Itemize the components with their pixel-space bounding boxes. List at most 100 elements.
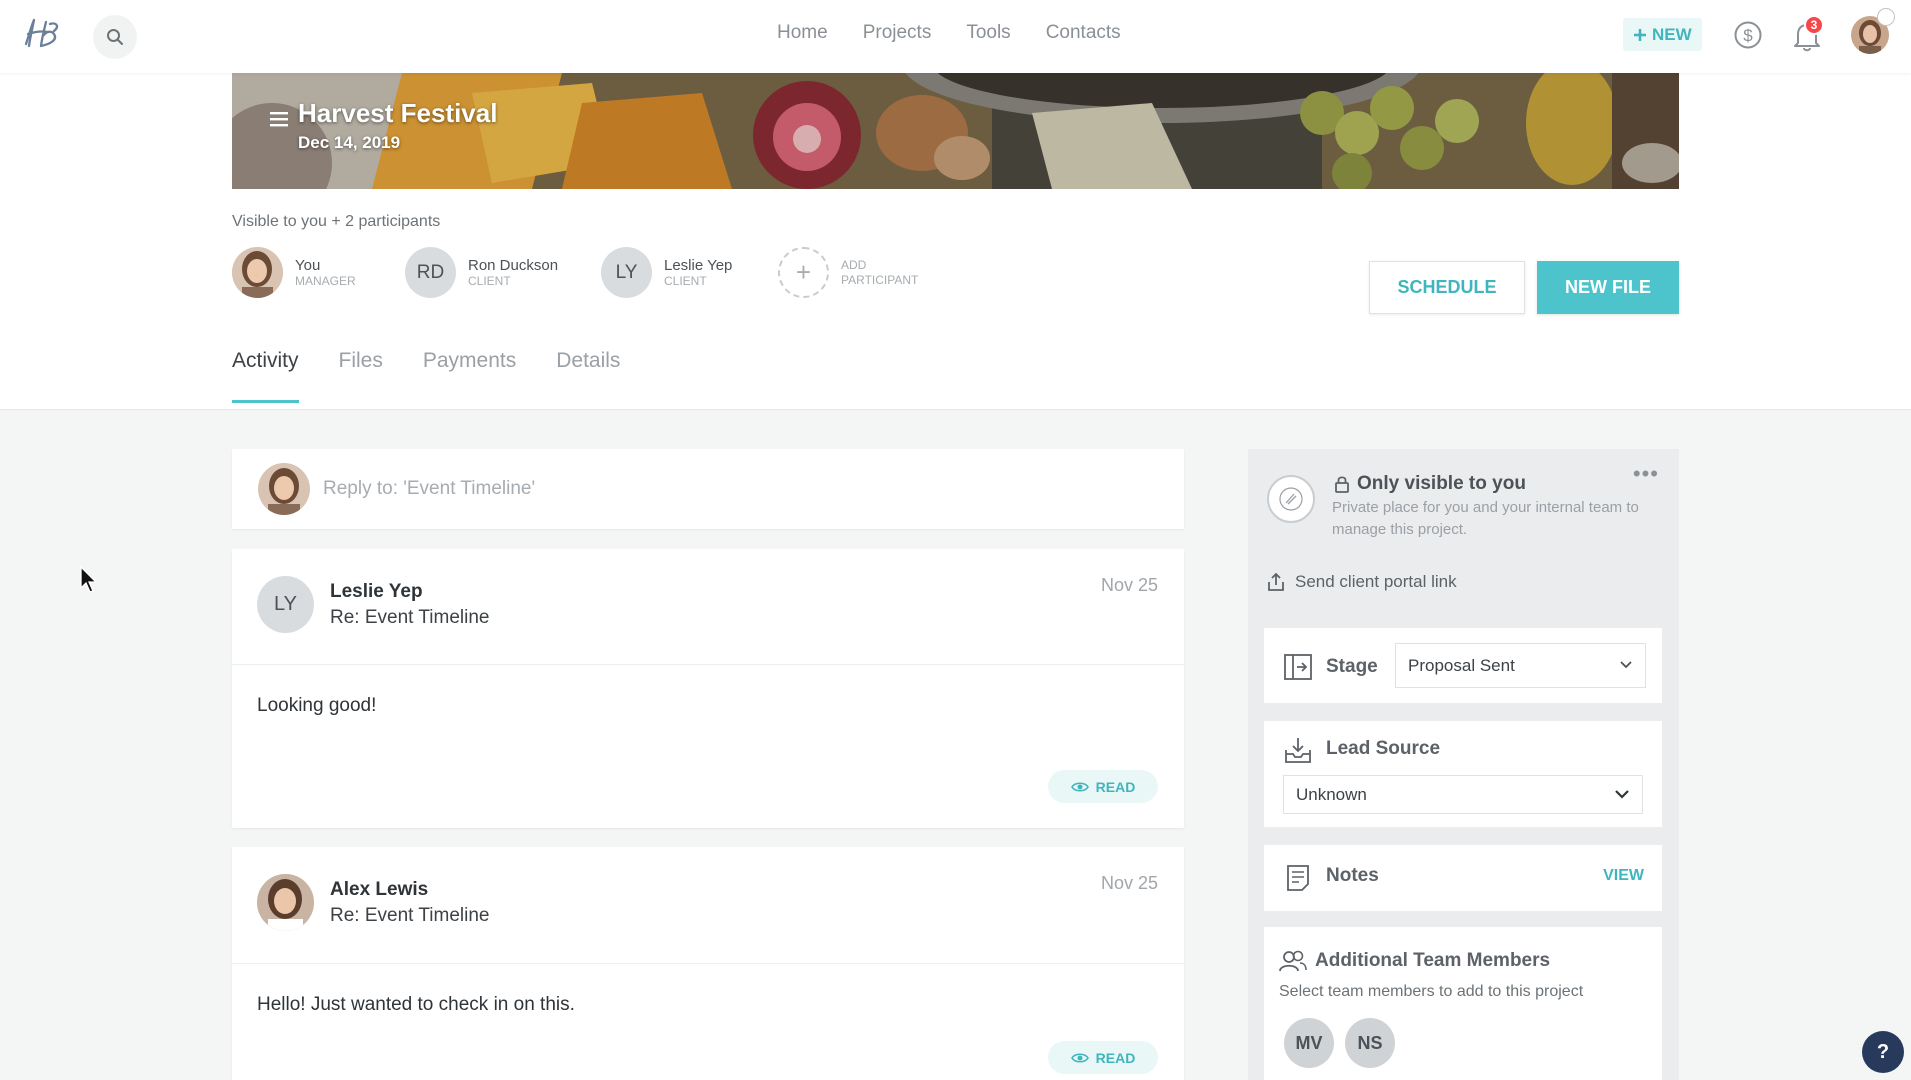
- message-text: Hello! Just wanted to check in on this.: [257, 994, 575, 1015]
- private-title: Only visible to you: [1334, 473, 1526, 495]
- message-card[interactable]: Alex Lewis Re: Event Timeline Nov 25 Hel…: [232, 847, 1184, 1080]
- team-member-avatar[interactable]: NS: [1345, 1018, 1395, 1068]
- eye-icon: [1070, 1052, 1089, 1063]
- honeybook-logo[interactable]: [20, 14, 72, 54]
- nav-home[interactable]: Home: [777, 22, 828, 44]
- search-icon: [107, 29, 123, 45]
- lock-icon: [1335, 476, 1349, 493]
- private-description: Private place for you and your internal …: [1332, 499, 1639, 538]
- corner-settings-icon[interactable]: [1877, 8, 1895, 26]
- tab-payments[interactable]: Payments: [423, 349, 516, 403]
- avatar: [258, 463, 310, 515]
- message-subject: Re: Event Timeline: [330, 607, 490, 628]
- nav-tools[interactable]: Tools: [966, 22, 1010, 44]
- send-portal-link-label: Send client portal link: [1295, 572, 1457, 591]
- team-members-card: Additional Team Members Select team memb…: [1264, 927, 1662, 1080]
- avatar: RD: [405, 247, 456, 298]
- participant-you[interactable]: You MANAGER: [232, 247, 356, 298]
- message-card[interactable]: LY Leslie Yep Re: Event Timeline Nov 25 …: [232, 549, 1184, 828]
- tab-details[interactable]: Details: [556, 349, 620, 403]
- search-button[interactable]: [93, 15, 137, 59]
- message-subject: Re: Event Timeline: [330, 905, 490, 926]
- message-text: Looking good!: [257, 695, 377, 716]
- notes-icon: [1287, 865, 1309, 891]
- eye-icon: [1070, 781, 1089, 792]
- private-title-text: Only visible to you: [1357, 473, 1526, 494]
- more-options-icon[interactable]: •••: [1633, 461, 1659, 487]
- team-title: Additional Team Members: [1315, 950, 1551, 971]
- new-file-button[interactable]: NEW FILE: [1537, 261, 1679, 314]
- main-nav: Home Projects Tools Contacts: [777, 22, 1121, 44]
- reply-input[interactable]: Reply to: 'Event Timeline': [323, 478, 535, 500]
- notifications-button[interactable]: 3: [1793, 15, 1824, 52]
- divider: [0, 409, 1911, 410]
- schedule-button[interactable]: SCHEDULE: [1369, 261, 1525, 314]
- read-status-label: READ: [1095, 778, 1136, 795]
- message-sender: Leslie Yep: [330, 581, 423, 602]
- avatar: [232, 247, 283, 298]
- lead-source-select[interactable]: Unknown: [1283, 775, 1643, 814]
- message-date: Nov 25: [1100, 575, 1158, 595]
- participant-leslie-yep[interactable]: LY Leslie Yep CLIENT: [601, 247, 732, 298]
- tab-files[interactable]: Files: [339, 349, 383, 403]
- add-participant-sublabel: PARTICIPANT: [841, 272, 919, 287]
- team-icon: [1279, 950, 1307, 972]
- notification-badge: 3: [1804, 15, 1824, 35]
- inbox-download-icon: [1285, 738, 1311, 763]
- stage-value: Proposal Sent: [1408, 655, 1515, 675]
- message-header: Alex Lewis Re: Event Timeline Nov 25: [232, 847, 1184, 964]
- chevron-down-icon: [1620, 661, 1632, 669]
- participant-name: Ron Duckson: [468, 256, 559, 274]
- send-portal-link[interactable]: Send client portal link: [1267, 572, 1457, 592]
- mouse-cursor-icon: [80, 566, 98, 593]
- lead-source-value: Unknown: [1296, 784, 1367, 804]
- message-header: LY Leslie Yep Re: Event Timeline Nov 25: [232, 549, 1184, 665]
- add-participant-button[interactable]: + ADD PARTICIPANT: [778, 247, 918, 298]
- stage-select[interactable]: Proposal Sent: [1395, 643, 1646, 688]
- participant-ron-duckson[interactable]: RD Ron Duckson CLIENT: [405, 247, 558, 298]
- avatar: LY: [257, 576, 314, 633]
- new-button[interactable]: NEW: [1623, 18, 1702, 51]
- stage-icon: [1284, 654, 1312, 680]
- lead-source-label: Lead Source: [1326, 738, 1441, 759]
- nav-projects[interactable]: Projects: [863, 22, 932, 44]
- svg-text:$: $: [1743, 26, 1753, 45]
- notes-view-button[interactable]: VIEW: [1603, 867, 1644, 885]
- dollar-icon[interactable]: $: [1733, 20, 1763, 50]
- participant-role: MANAGER: [295, 273, 356, 288]
- reply-box[interactable]: Reply to: 'Event Timeline': [232, 449, 1184, 529]
- team-subtitle: Select team members to add to this proje…: [1279, 983, 1584, 1000]
- top-navbar: Home Projects Tools Contacts NEW $ 3: [0, 0, 1911, 73]
- message-sender: Alex Lewis: [330, 879, 429, 900]
- company-logo-icon: [1267, 475, 1315, 523]
- project-tabs: Activity Files Payments Details: [232, 349, 620, 403]
- add-participant-label: ADD: [841, 257, 867, 272]
- visibility-text: Visible to you + 2 participants: [232, 213, 441, 230]
- hamburger-menu-icon[interactable]: [270, 111, 288, 127]
- project-title[interactable]: Harvest Festival: [298, 98, 497, 129]
- team-member-avatar[interactable]: MV: [1284, 1018, 1334, 1068]
- nav-contacts[interactable]: Contacts: [1046, 22, 1121, 44]
- notes-label: Notes: [1326, 865, 1379, 886]
- add-icon: +: [778, 247, 829, 298]
- avatar: [257, 874, 314, 931]
- participant-role: CLIENT: [664, 273, 707, 288]
- participant-role: CLIENT: [468, 273, 511, 288]
- stage-card: Stage Proposal Sent: [1264, 628, 1662, 703]
- notes-card: Notes VIEW: [1264, 845, 1662, 911]
- project-date: Dec 14, 2019: [298, 133, 401, 152]
- share-icon: [1268, 572, 1284, 591]
- chevron-down-icon: [1615, 790, 1629, 799]
- read-status-badge: READ: [1048, 770, 1158, 803]
- new-button-label: NEW: [1652, 24, 1692, 44]
- read-status-label: READ: [1095, 1049, 1136, 1066]
- help-button[interactable]: ?: [1862, 1031, 1904, 1073]
- project-cover-image: [232, 73, 1679, 189]
- message-date: Nov 25: [1100, 873, 1158, 893]
- avatar: LY: [601, 247, 652, 298]
- lead-source-card: Lead Source Unknown: [1264, 721, 1662, 827]
- stage-label: Stage: [1326, 656, 1378, 677]
- plus-icon: [1634, 28, 1646, 41]
- tab-activity[interactable]: Activity: [232, 349, 299, 403]
- read-status-badge: READ: [1048, 1041, 1158, 1074]
